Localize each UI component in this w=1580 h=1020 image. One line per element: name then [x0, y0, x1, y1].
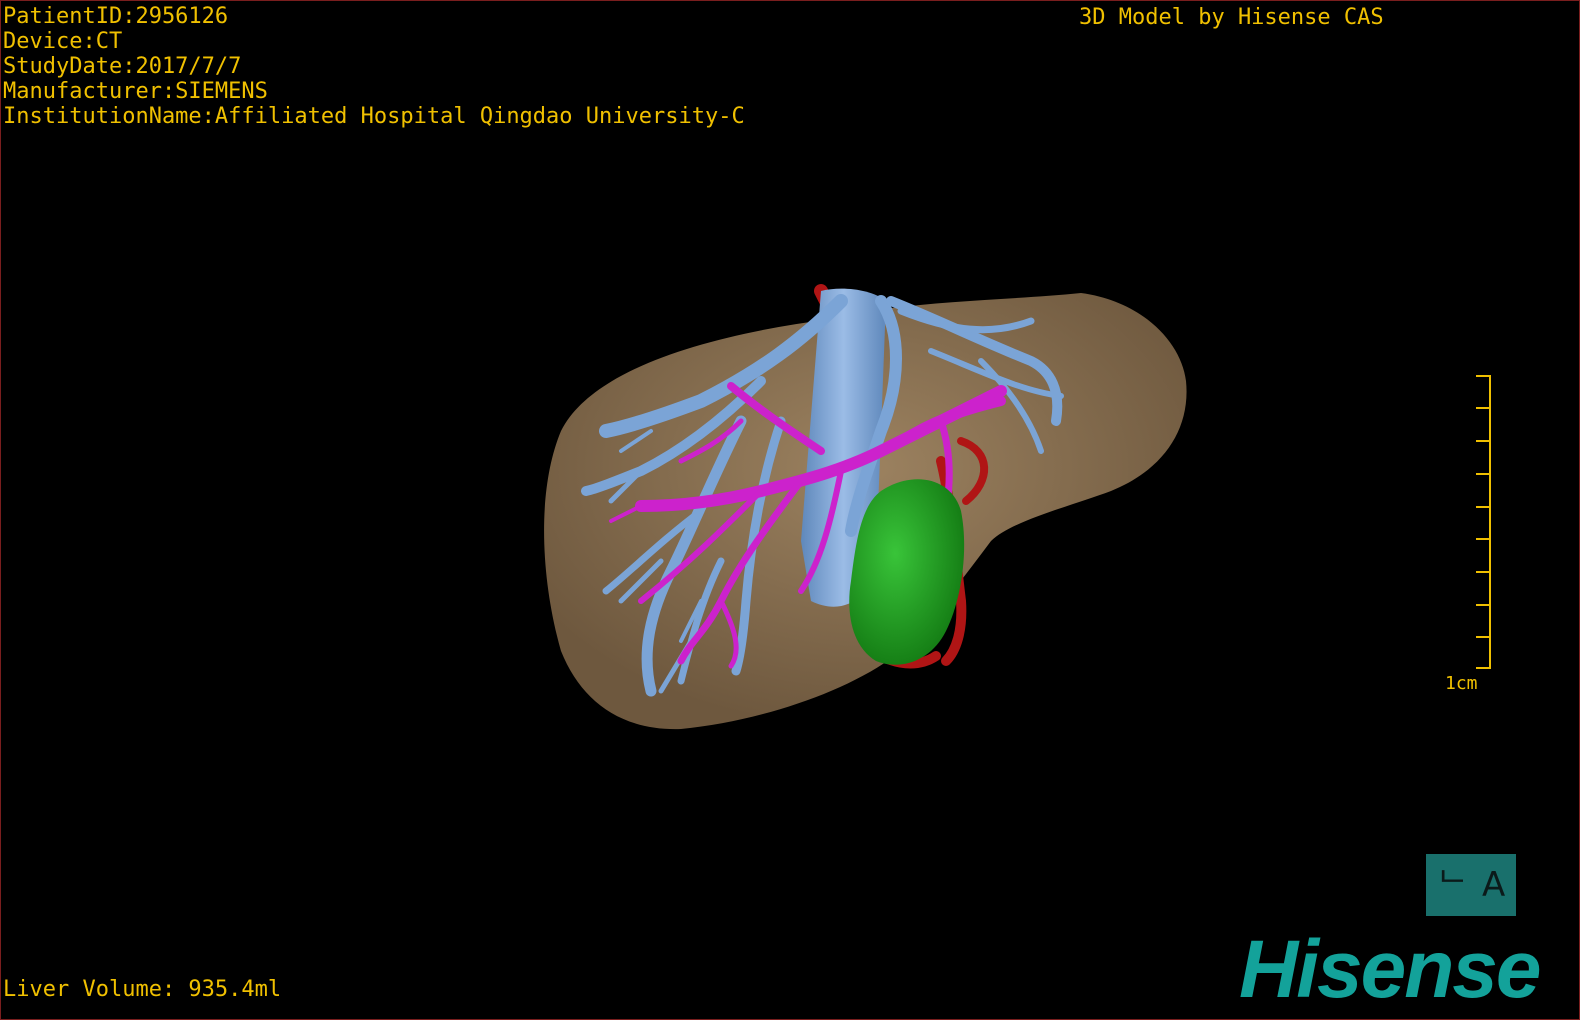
- scale-bar: [1476, 375, 1491, 669]
- patient-id-text: PatientID:2956126: [3, 4, 229, 29]
- liver-3d-model[interactable]: [1, 1, 1580, 1020]
- 3d-model-viewport[interactable]: PatientID:2956126 Device:CT StudyDate:20…: [0, 0, 1580, 1020]
- study-date-text: StudyDate:2017/7/7: [3, 54, 242, 79]
- device-text: Device:CT: [3, 29, 123, 54]
- institution-text: InstitutionName:Affiliated Hospital Qing…: [3, 104, 745, 129]
- orientation-right-glyph: A: [1482, 865, 1506, 905]
- scale-bar-label: 1cm: [1445, 673, 1478, 694]
- liver-volume-text: Liver Volume: 935.4ml: [3, 977, 282, 1002]
- hisense-logo: Hisense: [1239, 924, 1542, 1015]
- orientation-cube[interactable]: ᄂ A: [1426, 854, 1516, 916]
- manufacturer-text: Manufacturer:SIEMENS: [3, 79, 268, 104]
- orientation-left-glyph: ᄂ: [1436, 865, 1468, 905]
- model-credit-text: 3D Model by Hisense CAS: [1079, 5, 1384, 30]
